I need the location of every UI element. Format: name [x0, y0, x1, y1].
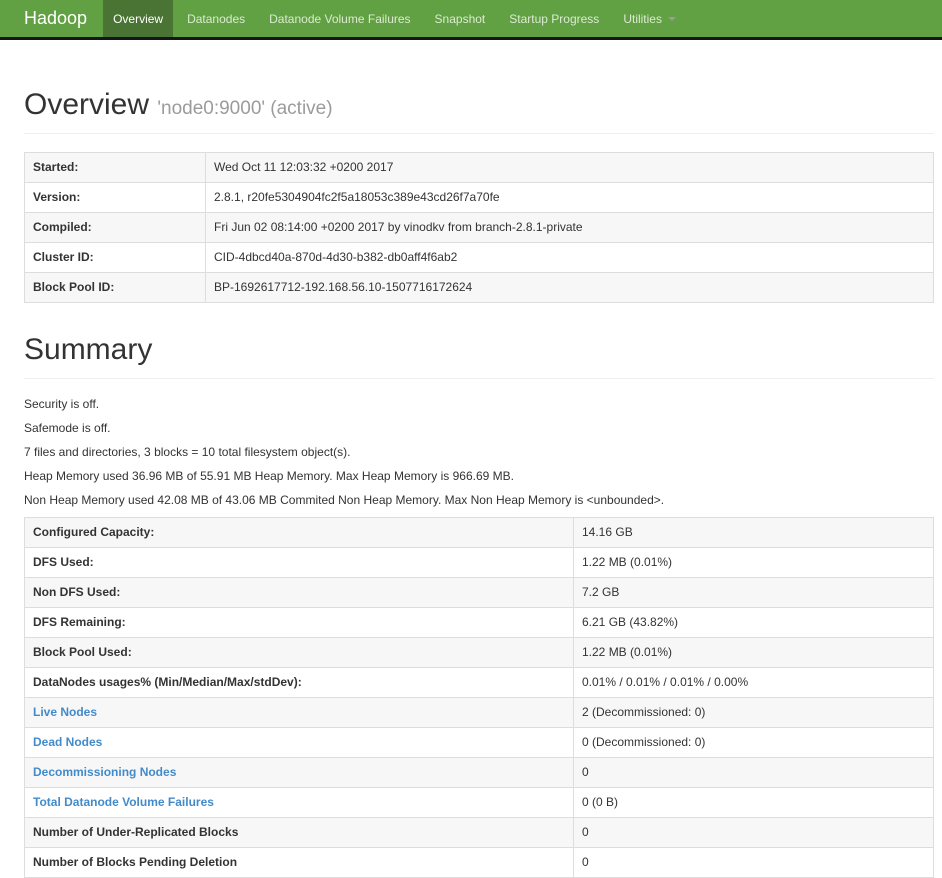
nav-tab-label: Overview	[113, 11, 164, 26]
row-link[interactable]: Total Datanode Volume Failures	[33, 795, 214, 809]
row-value: 0	[573, 757, 934, 788]
summary-line: Non Heap Memory used 42.08 MB of 43.06 M…	[24, 493, 665, 507]
table-row: Decommissioning Nodes Decommissioning No…	[24, 757, 934, 788]
row-value: 2.8.1, r20fe5304904fc2f5a18053c389e43cd2…	[205, 182, 934, 213]
summary-line: Heap Memory used 36.96 MB of 55.91 MB He…	[24, 469, 514, 483]
summary-line: 7 files and directories, 3 blocks = 10 t…	[24, 445, 351, 459]
row-label-cell: Dead Nodes Dead Nodes	[24, 727, 574, 758]
page-title-text: Overview	[24, 88, 150, 121]
row-value: Wed Oct 11 12:03:32 +0200 2017	[205, 152, 934, 183]
table-row: DFS Used: DFS Used: 1.22 MB (0.01%)	[24, 547, 934, 578]
row-label: Number of Blocks Pending Deletion	[33, 855, 238, 869]
table-row: Number of Under-Replicated Blocks Number…	[24, 817, 934, 848]
row-value: 0.01% / 0.01% / 0.01% / 0.00%	[573, 667, 934, 698]
row-label-cell: Number of Blocks Pending Deletion Number…	[24, 847, 574, 878]
nav-tab-label: Datanodes	[187, 11, 246, 26]
summary-title: Summary	[24, 333, 153, 366]
nav-tab[interactable]: Snapshot	[425, 0, 496, 37]
cluster-info-table: Started: Wed Oct 11 12:03:32 +0200 2017 …	[24, 152, 934, 303]
table-row: Block Pool ID: BP-1692617712-192.168.56.…	[24, 272, 934, 303]
nav-tab[interactable]: Utilities	[613, 0, 686, 37]
row-label: Block Pool ID:	[24, 272, 206, 303]
table-row: Non DFS Used: Non DFS Used: 7.2 GB	[24, 577, 934, 608]
row-value: 1.22 MB (0.01%)	[573, 637, 934, 668]
row-value: 1.22 MB (0.01%)	[573, 547, 934, 578]
row-value: 2 (Decommissioned: 0)	[573, 697, 934, 728]
row-label: Started:	[24, 152, 206, 183]
row-label-cell: Number of Under-Replicated Blocks Number…	[24, 817, 574, 848]
row-label: Version:	[24, 182, 206, 213]
row-value: 0	[573, 847, 934, 878]
row-label: Compiled:	[24, 212, 206, 243]
table-row: Compiled: Fri Jun 02 08:14:00 +0200 2017…	[24, 212, 934, 243]
row-label: Configured Capacity:	[33, 525, 155, 539]
row-label: Number of Under-Replicated Blocks	[33, 825, 239, 839]
row-label-cell: Block Pool Used: Block Pool Used:	[24, 637, 574, 668]
nav-tab[interactable]: Datanode Volume Failures	[259, 0, 420, 37]
summary-text: Security is off. Safemode is off. 7 files …	[24, 397, 934, 507]
row-label-cell: Total Datanode Volume Failures Total Dat…	[24, 787, 574, 818]
brand-link[interactable]: Hadoop	[0, 0, 101, 37]
row-label: DFS Used:	[33, 555, 94, 569]
nav-tab-label: Startup Progress	[509, 11, 600, 26]
divider	[24, 378, 934, 379]
table-row: Configured Capacity: Configured Capacity…	[24, 517, 934, 548]
page-title: Overview 'node0:9000' (active)	[24, 88, 934, 121]
nav-tab[interactable]: Startup Progress	[499, 0, 609, 37]
row-label: DFS Remaining:	[33, 615, 126, 629]
row-label: Cluster ID:	[24, 242, 206, 273]
row-link[interactable]: Dead Nodes	[33, 735, 102, 749]
row-value: CID-4dbcd40a-870d-4d30-b382-db0aff4f6ab2	[205, 242, 934, 273]
row-label-cell: DataNodes usages% (Min/Median/Max/stdDev…	[24, 667, 574, 698]
row-label-cell: Decommissioning Nodes Decommissioning No…	[24, 757, 574, 788]
row-label: DataNodes usages% (Min/Median/Max/stdDev…	[33, 675, 302, 689]
row-label-cell: Configured Capacity: Configured Capacity…	[24, 517, 574, 548]
table-row: Cluster ID: CID-4dbcd40a-870d-4d30-b382-…	[24, 242, 934, 273]
summary-line: Security is off.	[24, 397, 100, 411]
nav-tab[interactable]: Overview	[103, 0, 174, 37]
main-content: Overview 'node0:9000' (active) Started: …	[0, 88, 942, 878]
table-row: Live Nodes Live Nodes 2 (Decommissioned:…	[24, 697, 934, 728]
table-row: Dead Nodes Dead Nodes 0 (Decommissioned:…	[24, 727, 934, 758]
nav-tab-label: Datanode Volume Failures	[269, 11, 411, 26]
table-row: Version: 2.8.1, r20fe5304904fc2f5a18053c…	[24, 182, 934, 213]
row-value: 7.2 GB	[573, 577, 934, 608]
row-value: 6.21 GB (43.82%)	[573, 607, 934, 638]
nav-tab-label: Snapshot	[434, 11, 486, 26]
table-row: DataNodes usages% (Min/Median/Max/stdDev…	[24, 667, 934, 698]
navbar: Hadoop Overview Datanodes Datanode Volum…	[0, 0, 942, 40]
row-label-cell: Non DFS Used: Non DFS Used:	[24, 577, 574, 608]
row-label-cell: Live Nodes Live Nodes	[24, 697, 574, 728]
page-subtitle: 'node0:9000' (active)	[157, 98, 333, 119]
table-row: Number of Blocks Pending Deletion Number…	[24, 847, 934, 878]
table-row: Total Datanode Volume Failures Total Dat…	[24, 787, 934, 818]
row-value: 14.16 GB	[573, 517, 934, 548]
divider	[24, 133, 934, 134]
row-label: Block Pool Used:	[33, 645, 132, 659]
summary-table-wrap: Configured Capacity: Configured Capacity…	[24, 517, 934, 878]
row-link[interactable]: Live Nodes	[33, 705, 97, 719]
nav-tabs: Overview Datanodes Datanode Volume Failu…	[101, 0, 688, 37]
table-row: Started: Wed Oct 11 12:03:32 +0200 2017	[24, 152, 934, 183]
row-label: Non DFS Used:	[33, 585, 121, 599]
row-value: 0 (0 B)	[573, 787, 934, 818]
row-value: BP-1692617712-192.168.56.10-150771617262…	[205, 272, 934, 303]
row-value: 0	[573, 817, 934, 848]
summary-line: Safemode is off.	[24, 421, 111, 435]
row-link[interactable]: Decommissioning Nodes	[33, 765, 176, 779]
row-value: 0 (Decommissioned: 0)	[573, 727, 934, 758]
table-row: Block Pool Used: Block Pool Used: 1.22 M…	[24, 637, 934, 668]
chevron-down-icon	[667, 16, 676, 21]
row-label-cell: DFS Used: DFS Used:	[24, 547, 574, 578]
row-value: Fri Jun 02 08:14:00 +0200 2017 by vinodk…	[205, 212, 934, 243]
row-label-cell: DFS Remaining: DFS Remaining:	[24, 607, 574, 638]
nav-tab[interactable]: Datanodes	[177, 0, 255, 37]
summary-table: Configured Capacity: Configured Capacity…	[24, 517, 934, 878]
table-row: DFS Remaining: DFS Remaining: 6.21 GB (4…	[24, 607, 934, 638]
nav-tab-label: Utilities	[623, 11, 662, 26]
